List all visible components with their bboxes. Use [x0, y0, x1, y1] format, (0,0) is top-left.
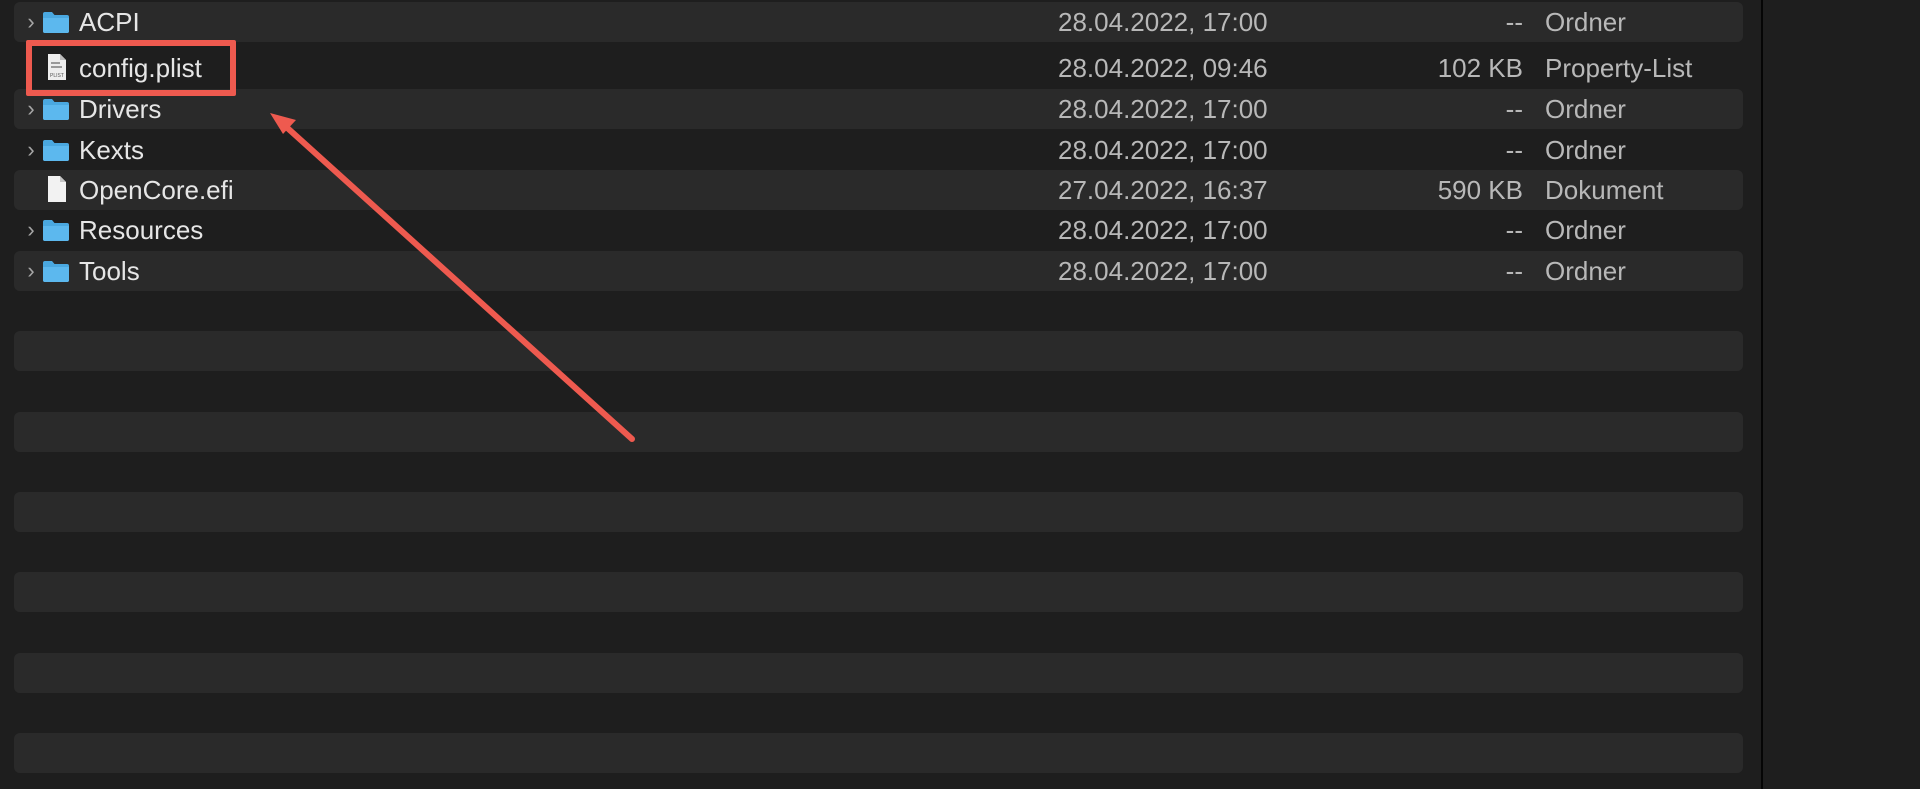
folder-icon	[42, 218, 70, 242]
file-kind: Ordner	[1545, 7, 1626, 37]
list-item-drivers[interactable]: › Drivers 28.04.2022, 17:00 -- Ordner	[14, 89, 1743, 129]
file-date: 28.04.2022, 09:46	[1058, 53, 1268, 83]
file-name: OpenCore.efi	[79, 175, 234, 205]
list-item-kexts[interactable]: › Kexts 28.04.2022, 17:00 -- Ordner	[14, 130, 1743, 170]
empty-row	[14, 733, 1743, 773]
document-file-icon	[42, 176, 70, 202]
chevron-right-icon[interactable]: ›	[24, 96, 38, 122]
chevron-right-icon[interactable]: ›	[24, 217, 38, 243]
file-date: 28.04.2022, 17:00	[1058, 7, 1268, 37]
file-name: Drivers	[79, 94, 162, 124]
file-name: ACPI	[79, 7, 140, 37]
empty-row	[14, 572, 1743, 612]
file-size: --	[1505, 7, 1523, 37]
file-size: 590 KB	[1437, 175, 1523, 205]
empty-row	[14, 653, 1743, 693]
file-name: Resources	[79, 215, 204, 245]
file-size: --	[1505, 94, 1523, 124]
chevron-right-icon[interactable]: ›	[24, 9, 38, 35]
file-list: › ACPI 28.04.2022, 17:00 -- Ordner PLIST…	[0, 0, 1762, 789]
file-kind: Property-List	[1545, 53, 1693, 83]
folder-icon	[42, 97, 70, 121]
file-name: Kexts	[79, 135, 145, 165]
empty-row	[14, 331, 1743, 371]
empty-row	[14, 492, 1743, 532]
file-size: --	[1505, 256, 1523, 286]
file-date: 28.04.2022, 17:00	[1058, 94, 1268, 124]
file-date: 28.04.2022, 17:00	[1058, 256, 1268, 286]
list-item-config-plist[interactable]: PLIST config.plist 28.04.2022, 09:46 102…	[14, 48, 1743, 88]
file-name: Tools	[79, 256, 140, 286]
chevron-right-icon[interactable]: ›	[24, 137, 38, 163]
list-item-opencore-efi[interactable]: OpenCore.efi 27.04.2022, 16:37 590 KB Do…	[14, 170, 1743, 210]
file-kind: Dokument	[1545, 175, 1664, 205]
file-size: --	[1505, 135, 1523, 165]
file-kind: Ordner	[1545, 94, 1626, 124]
chevron-right-icon[interactable]: ›	[24, 258, 38, 284]
file-size: 102 KB	[1437, 53, 1523, 83]
preview-pane	[1763, 0, 1920, 789]
file-kind: Ordner	[1545, 135, 1626, 165]
empty-row	[14, 412, 1743, 452]
file-date: 27.04.2022, 16:37	[1058, 175, 1268, 205]
file-date: 28.04.2022, 17:00	[1058, 135, 1268, 165]
folder-icon	[42, 10, 70, 34]
list-item-acpi[interactable]: › ACPI 28.04.2022, 17:00 -- Ordner	[14, 2, 1743, 42]
highlight-box	[26, 40, 236, 96]
folder-icon	[42, 138, 70, 162]
finder-window: › ACPI 28.04.2022, 17:00 -- Ordner PLIST…	[0, 0, 1920, 789]
file-kind: Ordner	[1545, 215, 1626, 245]
file-size: --	[1505, 215, 1523, 245]
folder-icon	[42, 259, 70, 283]
file-date: 28.04.2022, 17:00	[1058, 215, 1268, 245]
file-kind: Ordner	[1545, 256, 1626, 286]
list-item-resources[interactable]: › Resources 28.04.2022, 17:00 -- Ordner	[14, 210, 1743, 250]
list-item-tools[interactable]: › Tools 28.04.2022, 17:00 -- Ordner	[14, 251, 1743, 291]
